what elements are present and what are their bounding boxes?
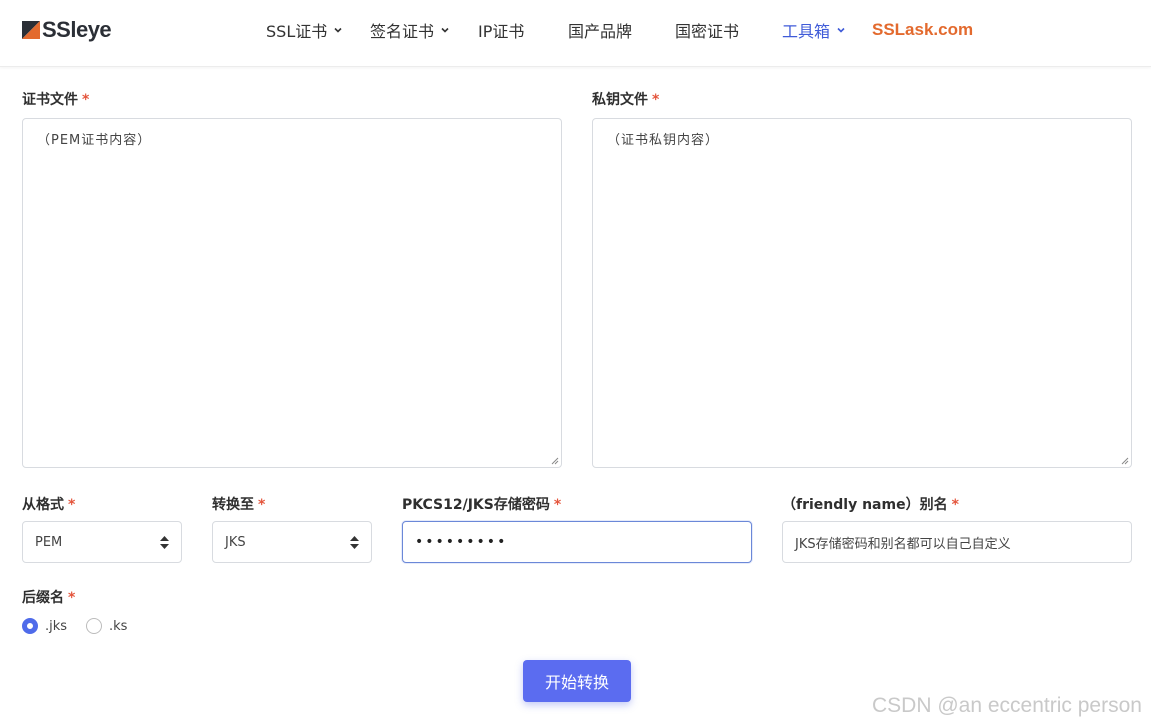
required-mark: * (82, 92, 90, 108)
suffix-radio-ks[interactable]: .ks (86, 617, 127, 635)
required-mark: * (553, 497, 562, 513)
radio-unchecked-icon[interactable] (86, 618, 102, 634)
cert-file-label-text: 证书文件 (22, 92, 78, 108)
nav-sm-cert[interactable]: 国密证书 (675, 19, 739, 41)
nav-sm-cert-label: 国密证书 (675, 22, 740, 41)
logo-icon (22, 21, 40, 39)
suffix-label: 后缀名 * (22, 587, 75, 607)
start-convert-button[interactable]: 开始转换 (523, 660, 631, 702)
chevron-down-icon (441, 27, 449, 33)
chevron-down-icon (334, 27, 342, 33)
alias-label: （friendly name）别名 * (782, 494, 959, 514)
store-password-input[interactable]: ••••••••• (402, 521, 752, 563)
nav-ssl-cert-label: SSL证书 (266, 22, 328, 41)
alias-label-text: （friendly name）别名 (782, 497, 948, 513)
cert-file-textarea[interactable] (22, 118, 562, 468)
nav-ssl-cert[interactable]: SSL证书 (266, 19, 343, 41)
cert-file-label: 证书文件 * (22, 89, 89, 109)
convert-to-select[interactable]: JKS (212, 521, 372, 563)
nav-toolbox-label: 工具箱 (782, 22, 831, 41)
nav-ip-cert[interactable]: IP证书 (478, 19, 524, 41)
required-mark: * (652, 92, 660, 108)
nav-domestic-brand[interactable]: 国产品牌 (568, 19, 632, 41)
nav-sslask-label: SSLask.com (872, 20, 974, 39)
convert-to-label: 转换至 * (212, 494, 265, 514)
required-mark: * (258, 497, 266, 513)
from-format-value: PEM (35, 534, 63, 550)
suffix-ks-label: .ks (109, 618, 128, 634)
suffix-jks-label: .jks (45, 618, 68, 634)
watermark: CSDN @an eccentric person (872, 694, 1142, 717)
logo[interactable]: SSleye (22, 17, 112, 43)
sort-arrows-icon (350, 536, 359, 549)
store-password-label: PKCS12/JKS存储密码 * (402, 494, 561, 514)
nav-toolbox[interactable]: 工具箱 (782, 19, 846, 41)
nav-sslask-link[interactable]: SSLask.com (872, 19, 973, 41)
radio-checked-icon[interactable] (22, 618, 38, 634)
store-password-label-text: PKCS12/JKS存储密码 (402, 497, 550, 513)
nav-sign-cert[interactable]: 签名证书 (370, 19, 450, 41)
nav-ip-cert-label: IP证书 (478, 22, 525, 41)
from-format-label: 从格式 * (22, 494, 75, 514)
top-header: SSleye SSL证书 签名证书 IP证书 国产品牌 国密证书 工具箱 SSL… (0, 0, 1151, 67)
chevron-down-icon (837, 27, 845, 33)
required-mark: * (68, 497, 76, 513)
key-file-label-text: 私钥文件 (592, 92, 648, 108)
convert-to-label-text: 转换至 (212, 497, 254, 513)
convert-to-value: JKS (225, 534, 246, 550)
required-mark: * (68, 590, 76, 606)
suffix-radio-jks[interactable]: .jks (22, 617, 67, 635)
required-mark: * (951, 497, 959, 513)
from-format-label-text: 从格式 (22, 497, 64, 513)
nav-domestic-brand-label: 国产品牌 (568, 22, 633, 41)
alias-input[interactable]: JKS存储密码和别名都可以自己自定义 (782, 521, 1132, 563)
key-file-label: 私钥文件 * (592, 89, 659, 109)
from-format-select[interactable]: PEM (22, 521, 182, 563)
nav-sign-cert-label: 签名证书 (370, 22, 435, 41)
password-value: ••••••••• (415, 534, 508, 550)
suffix-label-text: 后缀名 (22, 590, 64, 606)
key-file-textarea[interactable] (592, 118, 1132, 468)
sort-arrows-icon (160, 536, 169, 549)
resize-grip-icon[interactable] (549, 455, 559, 465)
alias-value: JKS存储密码和别名都可以自己自定义 (795, 536, 1011, 552)
logo-text: SSleye (42, 17, 112, 42)
resize-grip-icon[interactable] (1119, 455, 1129, 465)
